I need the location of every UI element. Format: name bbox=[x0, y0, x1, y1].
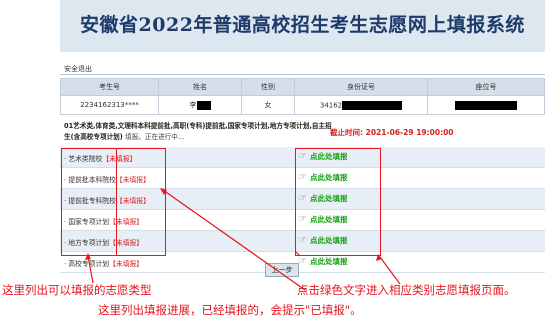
annotation-bottom: 这里列出填报进展，已经填报的，会提示"已填报"。 bbox=[98, 303, 362, 317]
annotation-left: 这里列出可以填报的志愿类型 bbox=[2, 283, 152, 297]
arrow-line-right bbox=[379, 256, 401, 285]
arrow-line-right-tip bbox=[295, 251, 301, 257]
arrowhead-left bbox=[85, 253, 91, 260]
annotation-arrows bbox=[85, 188, 401, 291]
arrow-line-left bbox=[87, 255, 94, 284]
arrowhead-bottom bbox=[160, 188, 167, 195]
arrow-line-bottom bbox=[162, 189, 306, 291]
annotation-right: 点击绿色文字进入相应类别志愿填报页面。 bbox=[297, 283, 516, 297]
